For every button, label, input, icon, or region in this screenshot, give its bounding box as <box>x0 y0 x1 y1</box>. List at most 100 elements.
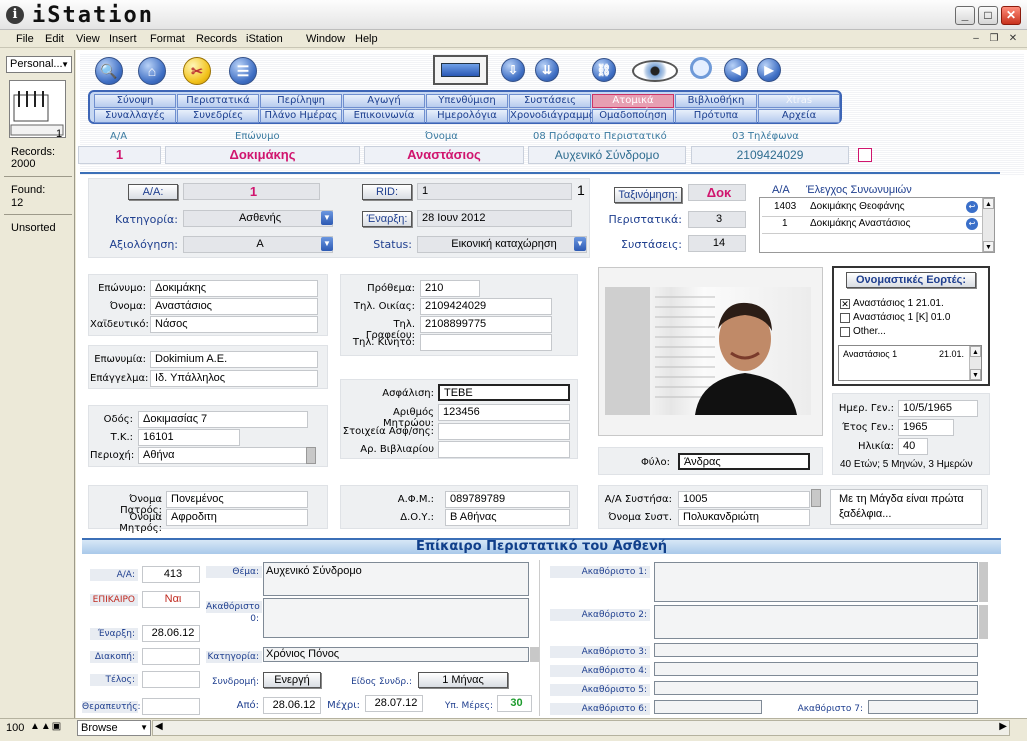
rid-button[interactable]: RID: <box>362 184 412 200</box>
menu-istation[interactable]: iStation <box>246 33 283 45</box>
scroll-thumb[interactable] <box>811 489 821 507</box>
therapist-field[interactable] <box>142 698 200 715</box>
list-item[interactable]: 1403 Δοκιμάκης Θεοφάνης ↩ <box>762 201 982 217</box>
go-icon[interactable]: ↩ <box>966 201 978 213</box>
surname-field[interactable]: Δοκιμάκης <box>150 280 318 297</box>
from-field[interactable]: 28.06.12 <box>263 697 321 714</box>
card-reader-icon[interactable] <box>433 55 488 85</box>
home-phone-field[interactable]: 2109424029 <box>420 298 552 315</box>
nameday-check-2[interactable] <box>840 313 850 323</box>
birth-year-field[interactable]: 1965 <box>898 419 954 436</box>
job-field[interactable]: Ιδ. Υπάλληλος <box>150 370 318 387</box>
list-icon[interactable]: ☰ <box>229 57 257 85</box>
referrer-aa-field[interactable]: 1005 <box>678 491 810 508</box>
tab-grouping[interactable]: Ομαδοποίηση <box>592 109 674 123</box>
start-button[interactable]: Έναρξη: <box>362 211 412 227</box>
tab-recommendations[interactable]: Συστάσεις <box>509 94 591 108</box>
nameday-button[interactable]: Ονομαστικές Εορτές: <box>846 272 976 288</box>
undefined0-field[interactable] <box>263 598 529 638</box>
maximize-button[interactable]: □ <box>978 6 998 25</box>
case-aa-field[interactable]: 413 <box>142 566 200 583</box>
aa-field[interactable]: 1 <box>183 183 320 200</box>
mdi-restore-button[interactable]: ❐ <box>986 32 1002 46</box>
close-button[interactable]: ✕ <box>1001 6 1021 25</box>
tab-transactions[interactable]: Συναλλαγές <box>94 109 176 123</box>
undefined1-field[interactable] <box>654 562 978 602</box>
subject-field[interactable]: Αυχενικό Σύνδρομο <box>263 562 529 596</box>
layout-select[interactable]: Personal... ▼ <box>6 56 72 73</box>
mother-field[interactable]: Αφροδιτη <box>166 509 308 526</box>
subscription-type-button[interactable]: 1 Μήνας <box>418 672 508 688</box>
case-start-field[interactable]: 28.06.12 <box>142 625 200 642</box>
tab-day-plan[interactable]: Πλάνο Ημέρας <box>260 109 342 123</box>
classify-button[interactable]: Ταξινόμηση: <box>614 187 682 203</box>
classify-field[interactable]: Δοκ <box>688 184 746 201</box>
mdi-minimize-button[interactable]: – <box>968 32 984 46</box>
list-item[interactable]: 1 Δοκιμάκης Αναστάσιος ↩ <box>762 218 982 234</box>
scroll-down-icon[interactable]: ▼ <box>970 369 981 380</box>
mode-select[interactable]: Browse ▼ <box>77 720 151 736</box>
tab-treatment[interactable]: Αγωγή <box>343 94 425 108</box>
scrollbar[interactable]: ▲ ▼ <box>982 198 994 252</box>
insurance-data-field[interactable] <box>438 423 570 440</box>
undefined5-field[interactable] <box>654 681 978 695</box>
company-field[interactable]: Dokimium A.E. <box>150 351 318 368</box>
case-stop-field[interactable] <box>142 648 200 665</box>
header-checkbox[interactable] <box>858 148 872 162</box>
street-field[interactable]: Δοκιμασίας 7 <box>138 411 308 428</box>
mdi-close-button[interactable]: ✕ <box>1005 32 1021 46</box>
status-field[interactable]: Εικονική καταχώρηση <box>417 236 587 253</box>
afm-field[interactable]: 089789789 <box>445 491 570 508</box>
tab-xtras[interactable]: Xtras <box>758 94 840 108</box>
case-end-field[interactable] <box>142 671 200 688</box>
menu-file[interactable]: File <box>16 33 34 45</box>
tab-files[interactable]: Αρχεία <box>758 109 840 123</box>
scroll-down-icon[interactable]: ▼ <box>983 241 994 252</box>
scrollbar[interactable]: ▲ ▼ <box>969 346 981 380</box>
subscription-button[interactable]: Ενεργή <box>263 672 321 688</box>
to-field[interactable]: 28.07.12 <box>365 695 423 712</box>
current-field[interactable]: Ναι <box>142 591 200 608</box>
undefined7-field[interactable] <box>868 700 978 714</box>
case-category-field[interactable]: Χρόνιος Πόνος <box>263 647 529 662</box>
gender-field[interactable]: Άνδρας <box>678 453 810 470</box>
mobile-field[interactable] <box>420 334 552 351</box>
chevron-down-icon[interactable]: ▼ <box>574 237 586 251</box>
doy-field[interactable]: Β Αθήνας <box>445 509 570 526</box>
aa-button[interactable]: Α/Α: <box>128 184 178 200</box>
link-icon[interactable]: ⛓ <box>592 58 616 82</box>
tab-communication[interactable]: Επικοινωνία <box>343 109 425 123</box>
menu-format[interactable]: Format <box>150 33 185 45</box>
prefix-field[interactable]: 210 <box>420 280 480 297</box>
tab-library[interactable]: Βιβλιοθήκη <box>675 94 757 108</box>
tab-cases[interactable]: Περιστατικά <box>177 94 259 108</box>
scroll-up-icon[interactable]: ▲ <box>970 346 981 357</box>
tab-timeline[interactable]: Χρονοδιάγραμμα <box>509 109 595 123</box>
horizontal-scrollbar[interactable]: ◀ ▶ <box>152 720 1010 736</box>
next-record-icon[interactable]: ▶ <box>757 58 781 82</box>
patient-photo[interactable] <box>605 287 811 415</box>
nameday-check-3[interactable] <box>840 327 850 337</box>
start-date-field[interactable]: 28 Ιουν 2012 <box>417 210 572 227</box>
zoom-controls-icon[interactable]: ▲▲▣ <box>30 721 72 735</box>
scroll-up-icon[interactable]: ▲ <box>983 198 994 209</box>
scroll-thumb[interactable] <box>979 562 988 602</box>
search-icon[interactable]: 🔍 <box>95 57 123 85</box>
tab-reminder[interactable]: Υπενθύμιση <box>426 94 508 108</box>
scroll-right-icon[interactable]: ▶ <box>999 721 1007 732</box>
tab-summary[interactable]: Περίληψη <box>260 94 342 108</box>
eye-icon[interactable] <box>632 60 678 82</box>
menu-edit[interactable]: Edit <box>45 33 64 45</box>
undefined2-field[interactable] <box>654 605 978 639</box>
sort-down-icon[interactable]: ⇩ <box>501 58 525 82</box>
menu-records[interactable]: Records <box>196 33 237 45</box>
referral-note[interactable]: Με τη Μάγδα είναι πρώτα ξαδέλφια... <box>830 489 982 525</box>
zoom-level[interactable]: 100 <box>6 722 24 734</box>
go-icon[interactable]: ↩ <box>966 218 978 230</box>
booklet-field[interactable] <box>438 441 570 458</box>
name-field[interactable]: Αναστάσιος <box>150 298 318 315</box>
father-field[interactable]: Πονεμένος <box>166 491 308 508</box>
tab-personal-info[interactable]: Ατομικά Στοιχεία <box>592 94 674 118</box>
undefined3-field[interactable] <box>654 643 978 657</box>
previous-record-icon[interactable]: ◀ <box>724 58 748 82</box>
